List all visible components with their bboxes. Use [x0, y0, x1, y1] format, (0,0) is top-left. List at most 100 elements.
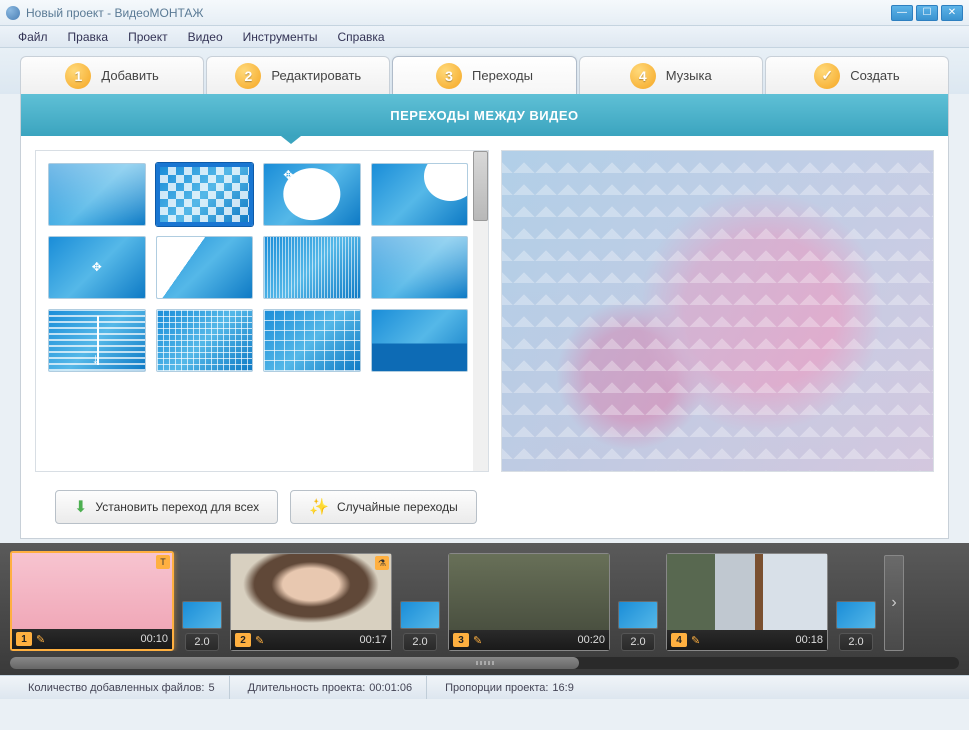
step-label: Добавить	[101, 68, 158, 83]
section-banner: ПЕРЕХОДЫ МЕЖДУ ВИДЕО	[21, 94, 948, 136]
step-tab-create[interactable]: ✓ Создать	[765, 56, 949, 94]
step-tab-transitions[interactable]: 3 Переходы	[392, 56, 576, 94]
step-label: Переходы	[472, 68, 533, 83]
transitions-grid-wrap	[35, 150, 489, 472]
step-tab-edit[interactable]: 2 Редактировать	[206, 56, 390, 94]
transition-item[interactable]	[48, 163, 146, 226]
timeline-track[interactable]: T 1 ✎ 00:10 2.0 ⚗ 2 ✎ 00:17	[10, 551, 959, 651]
status-value: 5	[208, 682, 214, 694]
clip-thumbnail	[667, 554, 827, 630]
transition-item[interactable]	[48, 236, 146, 299]
edit-icon[interactable]: ✎	[255, 634, 264, 647]
status-ratio: Пропорции проекта: 16:9	[431, 676, 588, 699]
transition-item-selected[interactable]	[156, 163, 254, 226]
clip-number: 3	[453, 633, 469, 647]
menu-video[interactable]: Видео	[180, 28, 231, 46]
content-panel: ПЕРЕХОДЫ МЕЖДУ ВИДЕО	[20, 94, 949, 539]
timeline-clip-1[interactable]: T 1 ✎ 00:10	[10, 551, 174, 651]
arrow-down-icon: ⬇	[74, 497, 87, 517]
transition-thumb[interactable]	[182, 601, 222, 629]
timeline-h-scrollbar[interactable]	[10, 657, 959, 669]
transition-item[interactable]	[156, 309, 254, 372]
apply-all-button[interactable]: ⬇ Установить переход для всех	[55, 490, 278, 524]
window-controls: — ☐ ✕	[891, 5, 963, 21]
transition-item[interactable]	[156, 236, 254, 299]
transition-duration[interactable]: 2.0	[185, 633, 218, 651]
preview-effect-overlay	[502, 151, 933, 471]
clip-info-bar: 2 ✎ 00:17	[231, 630, 391, 650]
timeline-panel: T 1 ✎ 00:10 2.0 ⚗ 2 ✎ 00:17	[0, 543, 969, 675]
transitions-scrollbar[interactable]	[473, 151, 488, 471]
status-duration: Длительность проекта: 00:01:06	[234, 676, 428, 699]
transition-duration[interactable]: 2.0	[839, 633, 872, 651]
status-bar: Количество добавленных файлов: 5 Длитель…	[0, 675, 969, 699]
button-label: Установить переход для всех	[95, 500, 259, 514]
transitions-grid	[36, 151, 488, 384]
clip-thumbnail: T	[12, 553, 172, 629]
clip-info-bar: 1 ✎ 00:10	[12, 629, 172, 649]
scrollbar-thumb[interactable]	[10, 657, 579, 669]
transition-item[interactable]	[263, 163, 361, 226]
menu-tools[interactable]: Инструменты	[235, 28, 326, 46]
split-pane	[21, 136, 948, 486]
preview-panel	[501, 150, 934, 472]
status-files: Количество добавленных файлов: 5	[14, 676, 230, 699]
timeline-clip-2[interactable]: ⚗ 2 ✎ 00:17	[230, 553, 392, 651]
transition-item[interactable]	[371, 236, 469, 299]
status-label: Пропорции проекта:	[445, 682, 548, 694]
scrollbar-thumb[interactable]	[473, 151, 488, 221]
menu-project[interactable]: Проект	[120, 28, 176, 46]
step-label: Редактировать	[271, 68, 361, 83]
menu-edit[interactable]: Правка	[60, 28, 117, 46]
close-button[interactable]: ✕	[941, 5, 963, 21]
step-label: Музыка	[666, 68, 712, 83]
transition-duration[interactable]: 2.0	[621, 633, 654, 651]
transition-thumb[interactable]	[400, 601, 440, 629]
timeline-clip-4[interactable]: 4 ✎ 00:18	[666, 553, 828, 651]
transition-item[interactable]	[263, 236, 361, 299]
transition-duration[interactable]: 2.0	[403, 633, 436, 651]
step-tab-music[interactable]: 4 Музыка	[579, 56, 763, 94]
menu-help[interactable]: Справка	[329, 28, 392, 46]
title-badge-icon: T	[156, 555, 170, 569]
step-check-icon: ✓	[814, 63, 840, 89]
window-title: Новый проект - ВидеоМОНТАЖ	[26, 6, 891, 20]
edit-icon[interactable]: ✎	[473, 634, 482, 647]
transition-thumb[interactable]	[836, 601, 876, 629]
clip-duration: 00:17	[359, 634, 387, 646]
timeline-scroll-right[interactable]: ›	[884, 555, 904, 651]
maximize-button[interactable]: ☐	[916, 5, 938, 21]
title-bar: Новый проект - ВидеоМОНТАЖ — ☐ ✕	[0, 0, 969, 26]
timeline-clip-3[interactable]: 3 ✎ 00:20	[448, 553, 610, 651]
step-tab-add[interactable]: 1 Добавить	[20, 56, 204, 94]
step-label: Создать	[850, 68, 899, 83]
app-icon	[6, 6, 20, 20]
transition-chip[interactable]: 2.0	[182, 601, 222, 651]
edit-icon[interactable]: ✎	[36, 633, 45, 646]
minimize-button[interactable]: —	[891, 5, 913, 21]
transition-chip[interactable]: 2.0	[400, 601, 440, 651]
transition-item[interactable]	[263, 309, 361, 372]
clip-thumbnail: ⚗	[231, 554, 391, 630]
step-number-icon: 1	[65, 63, 91, 89]
transition-chip[interactable]: 2.0	[836, 601, 876, 651]
edit-icon[interactable]: ✎	[691, 634, 700, 647]
transition-item[interactable]	[371, 163, 469, 226]
clip-duration: 00:10	[140, 633, 168, 645]
status-label: Длительность проекта:	[248, 682, 366, 694]
random-transitions-button[interactable]: ✨ Случайные переходы	[290, 490, 477, 524]
status-label: Количество добавленных файлов:	[28, 682, 204, 694]
transition-item[interactable]	[371, 309, 469, 372]
clip-duration: 00:18	[795, 634, 823, 646]
step-number-icon: 3	[436, 63, 462, 89]
step-number-icon: 4	[630, 63, 656, 89]
clip-number: 4	[671, 633, 687, 647]
menu-file[interactable]: Файл	[10, 28, 56, 46]
clip-thumbnail	[449, 554, 609, 630]
effect-badge-icon: ⚗	[375, 556, 389, 570]
transition-item[interactable]	[48, 309, 146, 372]
status-value: 16:9	[552, 682, 573, 694]
transition-thumb[interactable]	[618, 601, 658, 629]
clip-info-bar: 4 ✎ 00:18	[667, 630, 827, 650]
transition-chip[interactable]: 2.0	[618, 601, 658, 651]
